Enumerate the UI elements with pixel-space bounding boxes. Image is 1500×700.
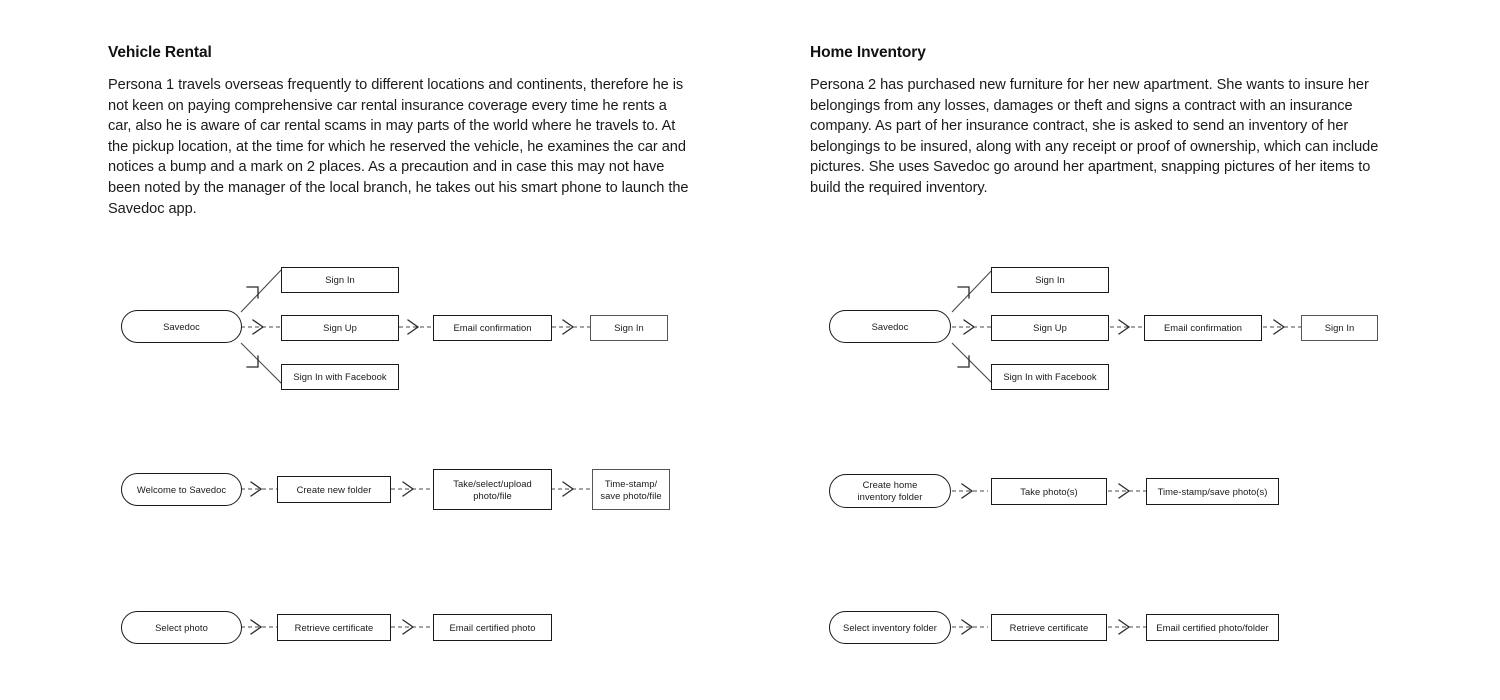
- flow-node-email-certified-photo[interactable]: Email certified photo: [433, 614, 552, 641]
- flow-node-select-inventory-folder[interactable]: Select inventory folder: [829, 611, 951, 644]
- flow-node-email-certified-photo-folder[interactable]: Email certified photo/folder: [1146, 614, 1279, 641]
- flow-node-create-home-inventory-folder[interactable]: Create home inventory folder: [829, 474, 951, 508]
- flow-node-savedoc[interactable]: Savedoc: [829, 310, 951, 343]
- flow-nodes-right: Savedoc Sign In Sign Up Sign In with Fac…: [810, 0, 1450, 700]
- flow-node-sign-up[interactable]: Sign Up: [281, 315, 399, 341]
- flow-node-create-new-folder[interactable]: Create new folder: [277, 476, 391, 503]
- flow-node-welcome-to-savedoc[interactable]: Welcome to Savedoc: [121, 473, 242, 506]
- flow-node-time-stamp-save[interactable]: Time-stamp/ save photo/file: [592, 469, 670, 510]
- flow-node-email-confirmation[interactable]: Email confirmation: [433, 315, 552, 341]
- flow-node-sign-in[interactable]: Sign In: [991, 267, 1109, 293]
- flow-node-sign-up[interactable]: Sign Up: [991, 315, 1109, 341]
- flow-node-take-select-upload[interactable]: Take/select/upload photo/file: [433, 469, 552, 510]
- flow-node-sign-in[interactable]: Sign In: [281, 267, 399, 293]
- flow-node-retrieve-certificate[interactable]: Retrieve certificate: [991, 614, 1107, 641]
- flow-node-sign-in-facebook[interactable]: Sign In with Facebook: [281, 364, 399, 390]
- persona-column-vehicle-rental: Vehicle Rental Persona 1 travels oversea…: [108, 0, 748, 700]
- flow-node-sign-in-facebook[interactable]: Sign In with Facebook: [991, 364, 1109, 390]
- flow-node-retrieve-certificate[interactable]: Retrieve certificate: [277, 614, 391, 641]
- flow-nodes-left: Savedoc Sign In Sign Up Sign In with Fac…: [108, 0, 748, 700]
- flow-node-take-photos[interactable]: Take photo(s): [991, 478, 1107, 505]
- flow-node-sign-in-final[interactable]: Sign In: [590, 315, 668, 341]
- flow-node-sign-in-final[interactable]: Sign In: [1301, 315, 1378, 341]
- flow-node-select-photo[interactable]: Select photo: [121, 611, 242, 644]
- flow-node-email-confirmation[interactable]: Email confirmation: [1144, 315, 1262, 341]
- user-journey-flow-page: { "personas": [ { "id": "vehicle-rental"…: [0, 0, 1500, 700]
- persona-column-home-inventory: Home Inventory Persona 2 has purchased n…: [810, 0, 1450, 700]
- flow-node-savedoc[interactable]: Savedoc: [121, 310, 242, 343]
- flow-node-time-stamp-save-photos[interactable]: Time-stamp/save photo(s): [1146, 478, 1279, 505]
